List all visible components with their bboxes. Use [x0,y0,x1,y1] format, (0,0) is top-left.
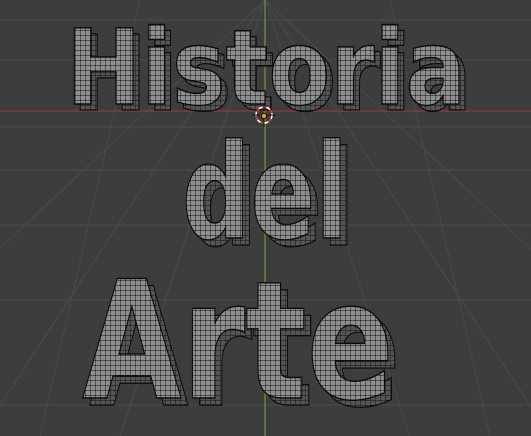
object-origin-icon[interactable] [260,113,267,120]
3d-viewport[interactable]: Historia del Arte Historia del Arte [0,0,531,436]
viewport-canvas[interactable]: Historia del Arte Historia del Arte [0,0,531,436]
text-line-historia[interactable]: Historia [65,6,466,129]
text-mesh-front-faces[interactable]: Historia del Arte [65,6,466,436]
text-line-arte[interactable]: Arte [81,245,394,436]
